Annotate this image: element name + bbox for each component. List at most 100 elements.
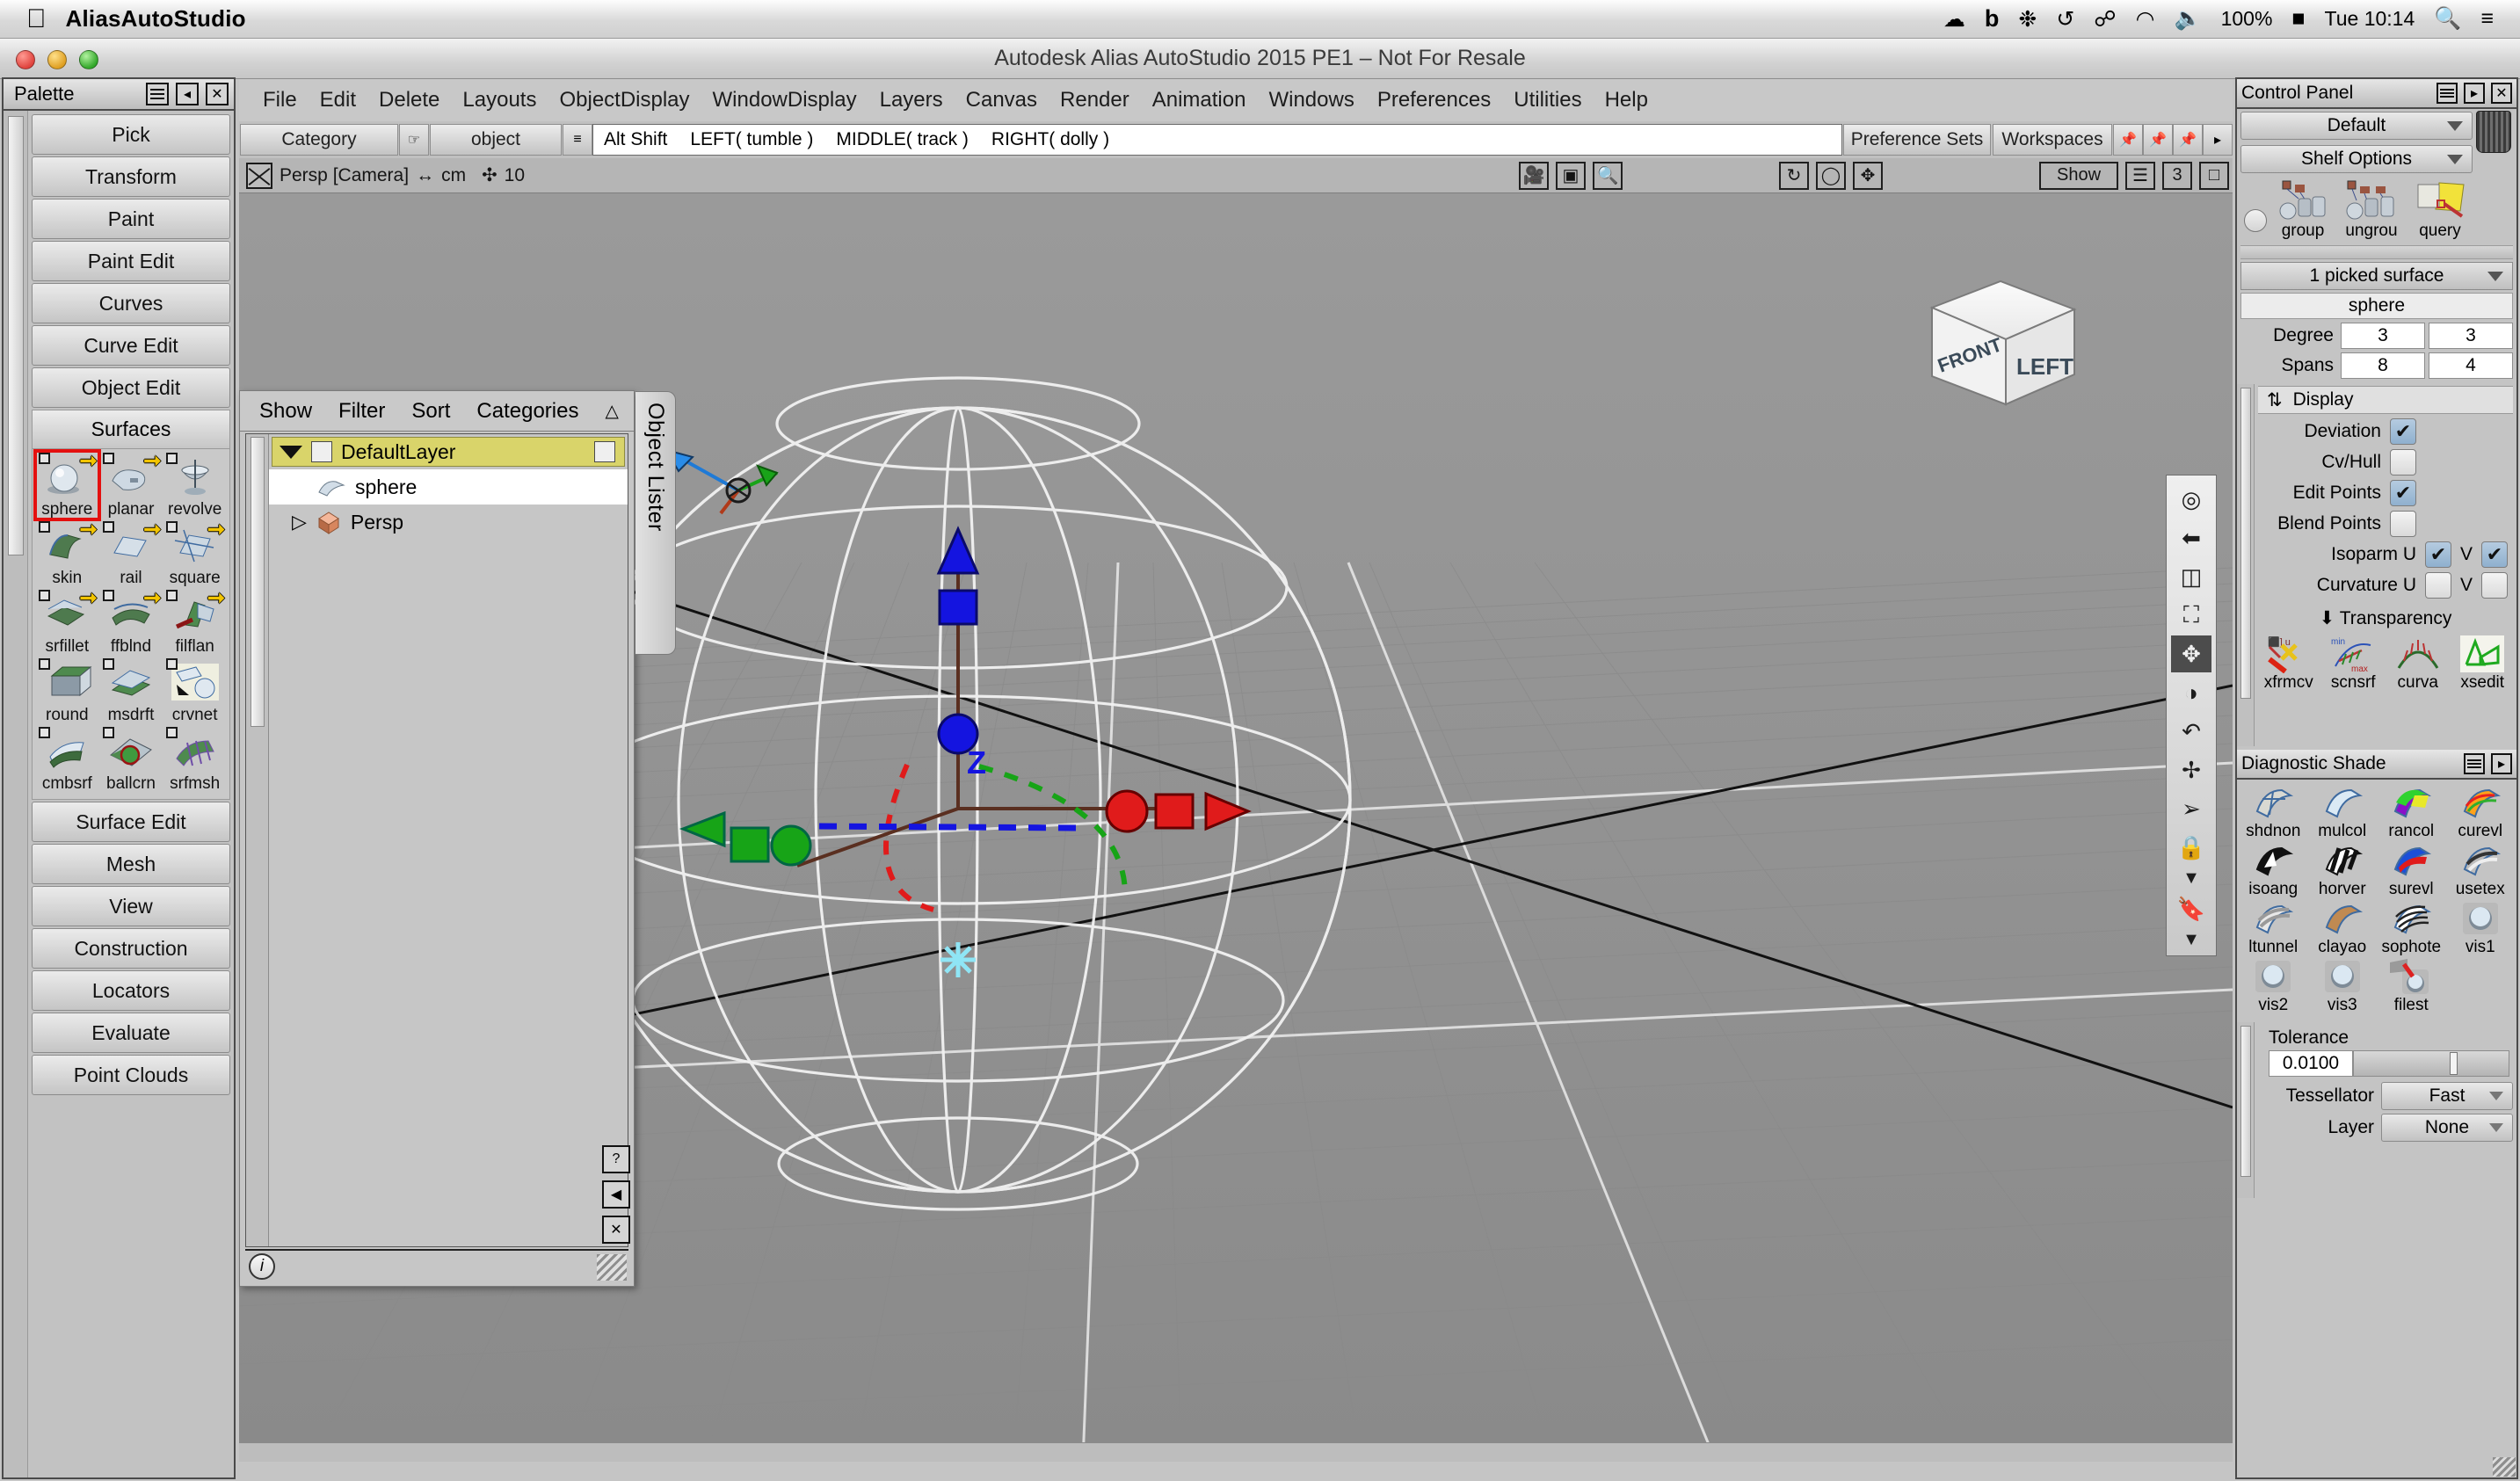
tool-ballcrn[interactable]: ballcrn (99, 725, 163, 794)
expand-down-icon[interactable]: ▼ (2171, 929, 2211, 950)
tool-crvnet[interactable]: crvnet (163, 657, 227, 725)
option-box-icon[interactable] (102, 590, 114, 601)
option-box-icon[interactable] (39, 521, 50, 533)
degree-u-value[interactable]: 3 (2341, 323, 2425, 349)
tool-curevl[interactable]: curevl (2446, 783, 2516, 841)
grid-count-button[interactable]: 3 (2162, 161, 2192, 190)
layout-icon[interactable]: □ (2199, 161, 2229, 190)
collapse-up-icon[interactable]: △ (605, 400, 618, 422)
option-box-icon[interactable] (166, 453, 178, 464)
isoparm-v-checkbox[interactable]: ✔ (2481, 541, 2508, 568)
tool-vis1[interactable]: vis1 (2446, 899, 2516, 957)
help-icon[interactable]: ? (602, 1145, 630, 1173)
tool-ffblnd[interactable]: ➞ ffblnd (99, 588, 163, 657)
viewport-horizontal-scrollbar[interactable] (239, 1442, 2233, 1462)
tool-mulcol[interactable]: mulcol (2308, 783, 2378, 841)
deviation-checkbox[interactable]: ✔ (2390, 418, 2416, 445)
shelf-options-dropdown[interactable]: Shelf Options (2240, 145, 2473, 173)
list-item-surface[interactable]: sphere (269, 469, 628, 505)
tool-rail[interactable]: ➞ rail (99, 519, 163, 588)
timemachine-icon[interactable]: ↺ (2056, 6, 2074, 33)
option-box-icon[interactable] (39, 727, 50, 738)
cloud-icon[interactable]: ☁ (1943, 6, 1965, 33)
trash-icon[interactable] (2476, 111, 2511, 153)
ol-menu-show[interactable]: Show (259, 399, 312, 424)
palette-scrollbar[interactable] (4, 111, 28, 1477)
rotate-view-icon[interactable]: ↻ (1779, 161, 1809, 190)
tool-filest[interactable]: filest (2377, 957, 2446, 1015)
menu-help[interactable]: Help (1594, 84, 1659, 116)
option-box-icon[interactable] (102, 658, 114, 670)
menu-animation[interactable]: Animation (1141, 84, 1258, 116)
volume-icon[interactable]: 🔈 (2174, 6, 2201, 32)
ol-menu-filter[interactable]: Filter (338, 399, 385, 424)
menu-utilities[interactable]: Utilities (1502, 84, 1593, 116)
menu-preferences[interactable]: Preferences (1366, 84, 1502, 116)
yellow-arrow-icon[interactable]: ➞ (80, 519, 98, 541)
wifi-icon[interactable]: ◠ (2136, 6, 2155, 33)
palette-scroll-thumb[interactable] (7, 116, 24, 555)
pin-red-icon-1[interactable]: 📌 (2113, 124, 2143, 156)
spans-u-value[interactable]: 8 (2341, 352, 2425, 379)
expand-right-icon[interactable]: ▸ (2491, 753, 2512, 774)
menu-windows[interactable]: Windows (1257, 84, 1365, 116)
battery-icon[interactable]: ■ (2291, 6, 2305, 32)
list-item-camera[interactable]: ▷ Persp (269, 505, 628, 540)
pan-icon[interactable]: ✥ (2171, 635, 2211, 672)
tessellator-dropdown[interactable]: Fast (2381, 1082, 2513, 1110)
close-icon[interactable]: ✕ (206, 83, 229, 105)
tool-scnsrf[interactable]: min max scnsrf (2321, 635, 2386, 693)
shelf-tool-group[interactable]: group (2270, 179, 2335, 241)
workspaces-button[interactable]: Workspaces (1993, 124, 2112, 156)
shelf-overflow-icon[interactable]: ▸ (2203, 124, 2233, 156)
isoparm-u-checkbox[interactable]: ✔ (2424, 541, 2451, 568)
object-lister-tree[interactable]: DefaultLayer sphere ▷ Persp (245, 433, 628, 1247)
layer-state-checkbox[interactable] (594, 441, 615, 462)
palette-item-surface-edit[interactable]: Surface Edit (32, 802, 230, 842)
tool-vis2[interactable]: vis2 (2239, 957, 2308, 1015)
tool-ltunnel[interactable]: ltunnel (2239, 899, 2308, 957)
curvature-v-checkbox[interactable] (2481, 572, 2508, 599)
option-box-icon[interactable] (166, 590, 178, 601)
menu-render[interactable]: Render (1049, 84, 1141, 116)
layer-visibility-checkbox[interactable] (311, 441, 332, 462)
clock[interactable]: Tue 10:14 (2325, 7, 2415, 31)
prompt-line[interactable]: Alt Shift LEFT( tumble ) MIDDLE( track )… (592, 124, 1842, 156)
camera-icon[interactable]: 🎥 (1519, 161, 1549, 190)
option-box-icon[interactable] (102, 453, 114, 464)
tool-round[interactable]: round (35, 657, 99, 725)
palette-item-mesh[interactable]: Mesh (32, 844, 230, 884)
notification-center-icon[interactable]: ≡ (2480, 6, 2494, 32)
palette-item-curves[interactable]: Curves (32, 283, 230, 323)
tool-skin[interactable]: ➞ skin (35, 519, 99, 588)
tool-filflan[interactable]: ➞ filflan (163, 588, 227, 657)
object-name-field[interactable]: sphere (2240, 293, 2513, 319)
yellow-arrow-icon[interactable]: ➞ (80, 451, 98, 472)
object-lister-scroll-thumb[interactable] (250, 437, 265, 727)
dropbox-icon[interactable]: b (1985, 5, 2000, 33)
shelf-toggle-icon[interactable] (2244, 209, 2267, 232)
tolerance-value[interactable]: 0.0100 (2269, 1050, 2353, 1077)
tool-square[interactable]: ➞ square (163, 519, 227, 588)
tool-usetex[interactable]: usetex (2446, 841, 2516, 899)
tool-planar[interactable]: ➞ planar (99, 451, 163, 519)
menu-layouts[interactable]: Layouts (451, 84, 548, 116)
palette-item-paint[interactable]: Paint (32, 199, 230, 239)
control-panel-resize-grip[interactable] (2493, 1457, 2516, 1477)
option-box-icon[interactable] (39, 658, 50, 670)
collapse-left-icon[interactable]: ◂ (176, 83, 199, 105)
menu-edit[interactable]: Edit (309, 84, 367, 116)
collapse-panel-icon[interactable]: ◀ (602, 1180, 630, 1209)
degree-v-value[interactable]: 3 (2429, 323, 2513, 349)
palette-item-transform[interactable]: Transform (32, 156, 230, 197)
close-icon[interactable]: ✕ (2491, 83, 2512, 104)
view-cube[interactable]: FRONT LEFT (1914, 265, 2090, 415)
tool-srfillet[interactable]: ➞ srfillet (35, 588, 99, 657)
info-icon[interactable]: i (249, 1253, 275, 1280)
palette-item-curve-edit[interactable]: Curve Edit (32, 325, 230, 366)
option-box-icon[interactable] (166, 658, 178, 670)
blend-points-checkbox[interactable] (2390, 511, 2416, 537)
move-view-icon[interactable]: ✥ (1853, 161, 1883, 190)
tolerance-section-scrollbar[interactable] (2237, 1022, 2255, 1198)
menu-icon[interactable] (2464, 753, 2485, 774)
